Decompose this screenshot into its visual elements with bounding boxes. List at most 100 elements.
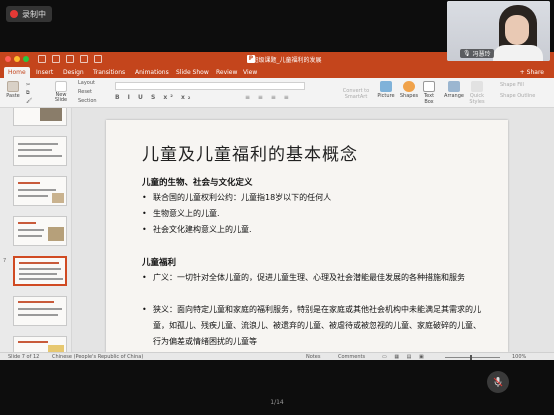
person-add-icon: +	[519, 69, 525, 76]
thumbnail-text	[18, 235, 42, 237]
tab-design[interactable]: Design	[59, 67, 88, 78]
language-indicator[interactable]: Chinese (People's Republic of China)	[52, 354, 143, 360]
slide-thumbnail[interactable]	[13, 136, 67, 166]
layout-button[interactable]: Layout	[78, 80, 95, 86]
thumbnail-title	[18, 341, 48, 343]
recording-badge[interactable]: 录制中	[6, 6, 52, 22]
thumbnail-text	[18, 308, 62, 310]
bullet-text: 广义：一切针对全体儿童的，促进儿童生理、心理及社会潜能最佳发展的各种措施和服务	[153, 273, 465, 282]
bullet-glyph: •	[142, 305, 147, 314]
microphone-icon: 🎙	[463, 50, 471, 57]
bullet-item[interactable]: • 生物意义上的儿童.	[142, 206, 482, 222]
picture-icon	[380, 81, 392, 92]
shapes-button[interactable]: Shapes	[399, 81, 419, 99]
text-format-row[interactable]: B I U S x² x₂	[115, 94, 193, 101]
tab-insert[interactable]: Insert	[32, 67, 57, 78]
paragraph-format-row[interactable]: ≡ ≡ ≡ ≡	[245, 94, 292, 101]
quick-styles-icon	[471, 81, 483, 92]
thumbnail-picture	[48, 345, 64, 352]
tab-home[interactable]: Home	[4, 67, 30, 78]
thumbnail-title	[18, 182, 40, 184]
zoom-level[interactable]: 100%	[512, 354, 526, 360]
thumbnail-picture	[52, 193, 64, 203]
thumbnail-text	[18, 155, 62, 157]
cut-icon[interactable]: ✂	[26, 82, 30, 88]
bullet-text: 社会文化建构意义上的儿童.	[153, 225, 252, 234]
slide-editor: 儿童及儿童福利的基本概念 儿童的生物、社会与文化定义 • 联合国的儿童权利公约：…	[72, 108, 554, 352]
zoom-slider[interactable]	[445, 356, 500, 358]
shape-fill-button[interactable]: Shape Fill	[500, 82, 524, 88]
thumbnail-text	[18, 314, 58, 316]
slide-thumbnail[interactable]	[13, 296, 67, 326]
bullet-text: 联合国的儿童权利公约：儿童指18岁以下的任何人	[153, 193, 332, 202]
slide-title[interactable]: 儿童及儿童福利的基本概念	[142, 140, 358, 165]
text-box-label: Text Box	[423, 93, 435, 105]
slide-thumbnail[interactable]	[13, 216, 67, 246]
bullet-glyph: •	[142, 193, 147, 202]
text-box-icon	[423, 81, 435, 92]
slide-thumbnail[interactable]	[13, 108, 67, 126]
thumbnail-text	[19, 268, 61, 270]
picture-label: Picture	[377, 93, 395, 99]
tab-slide-show[interactable]: Slide Show	[172, 67, 213, 78]
thumbnail-text	[18, 195, 48, 197]
shapes-icon	[403, 81, 415, 92]
text-box-button[interactable]: Text Box	[421, 81, 437, 105]
thumbnail-text	[18, 189, 56, 191]
slide-counter: Slide 7 of 12	[8, 354, 40, 360]
slide-thumbnail-selected[interactable]	[13, 256, 67, 286]
bullet-item[interactable]: • 社会文化建构意义上的儿童.	[142, 222, 482, 238]
powerpoint-window: P 班级课题_儿童福利的发展 Home Insert Design Transi…	[0, 52, 554, 360]
record-dot-icon	[10, 10, 18, 18]
bullet-item[interactable]: • 狭义：面向特定儿童和家庭的福利服务，特别是在家庭或其他社会机构中未能满足其需…	[142, 302, 482, 350]
slide-thumbnail[interactable]	[13, 336, 67, 352]
status-bar: Slide 7 of 12 Chinese (People's Republic…	[0, 352, 554, 360]
thumbnail-number: 7	[3, 258, 7, 264]
picture-button[interactable]: Picture	[376, 81, 396, 99]
new-slide-button[interactable]: New Slide	[52, 81, 70, 103]
microphone-muted-icon	[493, 377, 503, 387]
arrange-button[interactable]: Arrange	[444, 81, 464, 99]
share-label: Share	[526, 69, 544, 76]
quick-styles-button[interactable]: Quick Styles	[467, 81, 487, 105]
webcam-tile[interactable]: 🎙 冯慧玲	[447, 1, 550, 61]
arrange-icon	[448, 81, 460, 92]
tab-view[interactable]: View	[239, 67, 261, 78]
tab-animations[interactable]: Animations	[131, 67, 173, 78]
thumbnail-picture	[40, 108, 62, 121]
notes-button[interactable]: Notes	[306, 354, 320, 360]
comments-button[interactable]: Comments	[338, 354, 365, 360]
thumbnail-picture	[48, 227, 64, 241]
thumbnail-text	[18, 143, 58, 145]
shape-outline-button[interactable]: Shape Outline	[500, 93, 535, 99]
new-slide-label: New Slide	[54, 92, 68, 103]
convert-smartart-button[interactable]: Convert to SmartArt	[338, 88, 374, 100]
bullet-item[interactable]: • 广义：一切针对全体儿童的，促进儿童生理、心理及社会潜能最佳发展的各种措施和服…	[142, 270, 482, 286]
bullet-glyph: •	[142, 209, 147, 218]
tab-transitions[interactable]: Transitions	[89, 67, 129, 78]
mute-microphone-button[interactable]	[487, 371, 509, 393]
copy-icon[interactable]: ⧉	[26, 90, 30, 96]
view-mode-icons[interactable]: ▭ ▦ ▤ ▣	[382, 354, 427, 360]
slide-canvas[interactable]: 儿童及儿童福利的基本概念 儿童的生物、社会与文化定义 • 联合国的儿童权利公约：…	[106, 120, 508, 352]
bullet-glyph: •	[142, 225, 147, 234]
tab-review[interactable]: Review	[212, 67, 241, 78]
slide-thumbnail[interactable]	[13, 176, 67, 206]
bullet-text: 生物意义上的儿童.	[153, 209, 220, 218]
bullet-item[interactable]: • 联合国的儿童权利公约：儿童指18岁以下的任何人	[142, 190, 482, 206]
format-painter-icon[interactable]: 🖌	[26, 98, 32, 104]
shapes-label: Shapes	[399, 93, 419, 99]
share-button[interactable]: + Share	[520, 67, 544, 78]
thumbnail-text	[19, 278, 63, 280]
zoom-slider-handle[interactable]	[470, 354, 472, 360]
font-selector[interactable]	[115, 82, 305, 90]
screen-share-view: 录制中 P 班级课题_儿童福利的发展 Home Insert Design Tr…	[0, 0, 554, 415]
thumbnail-title	[19, 262, 59, 264]
quick-styles-label: Quick Styles	[469, 93, 485, 105]
reset-button[interactable]: Reset	[78, 89, 92, 95]
section-heading[interactable]: 儿童的生物、社会与文化定义	[142, 176, 253, 188]
ribbon: Paste ✂ ⧉ 🖌 New Slide Layout Reset Secti…	[0, 78, 554, 108]
section-heading[interactable]: 儿童福利	[142, 256, 176, 268]
section-button[interactable]: Section	[78, 98, 97, 104]
paste-button[interactable]: Paste	[4, 81, 22, 99]
